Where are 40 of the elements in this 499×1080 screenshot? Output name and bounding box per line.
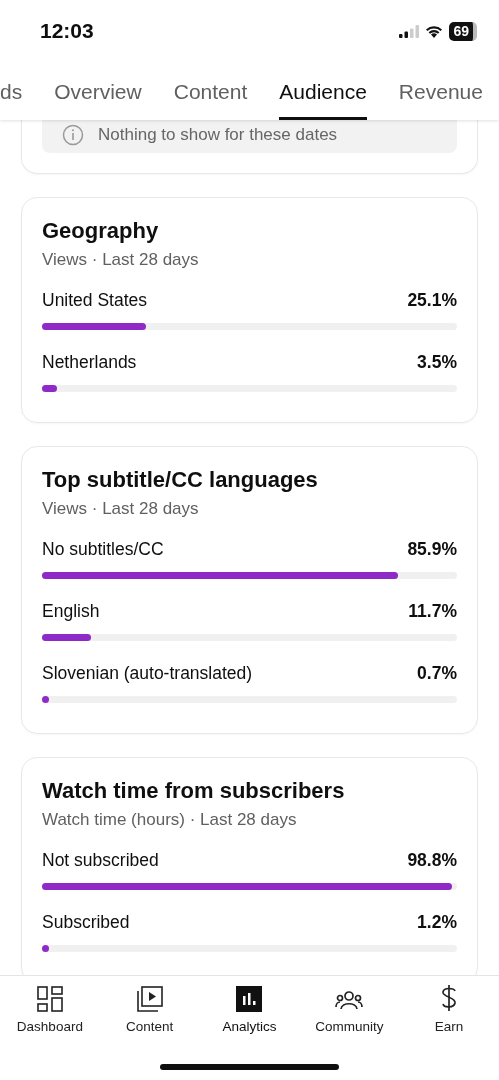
- card-subtitle: Views · Last 28 days: [42, 250, 200, 270]
- dashboard-icon: [36, 986, 63, 1012]
- dollar-icon: [440, 984, 459, 1012]
- signal-icon: [399, 24, 420, 38]
- row-label: Subscribed: [42, 912, 130, 933]
- row-value: 1.2%: [417, 912, 457, 933]
- nav-item[interactable]: Analytics: [201, 984, 298, 1034]
- row-label: United States: [42, 290, 148, 311]
- row-value: 11.7%: [408, 601, 457, 622]
- row-label: English: [42, 601, 100, 622]
- row-value: 25.1%: [407, 290, 457, 311]
- row-label: Netherlands: [42, 352, 137, 373]
- video-library-icon: [136, 986, 163, 1012]
- row-value: 0.7%: [417, 663, 457, 684]
- tab[interactable]: ds: [0, 62, 23, 120]
- card-title: Top subtitle/CC languages: [42, 467, 319, 493]
- nav-item[interactable]: Content: [101, 984, 198, 1034]
- tab[interactable]: Overview: [54, 62, 142, 120]
- bar-chart-icon: [236, 986, 263, 1012]
- row-label: Slovenian (auto-translated): [42, 663, 253, 684]
- status-time: 12:03: [40, 19, 94, 43]
- wifi-icon: [425, 24, 444, 38]
- tab[interactable]: Content: [173, 62, 248, 120]
- nav-item[interactable]: Community: [301, 984, 398, 1034]
- nav-item[interactable]: Earn: [401, 984, 498, 1034]
- card-subtitle: Views · Last 28 days: [42, 499, 200, 519]
- info-icon: [62, 124, 84, 146]
- row-value: 85.9%: [407, 539, 457, 560]
- card-subtitle: Watch time (hours) · Last 28 days: [42, 810, 298, 830]
- row-value: 3.5%: [417, 352, 457, 373]
- card-title: Geography: [42, 218, 160, 244]
- tab[interactable]: Revenue: [398, 62, 483, 120]
- card-title: Watch time from subscribers: [42, 778, 346, 804]
- nav-item[interactable]: Dashboard: [1, 984, 98, 1034]
- row-value: 98.8%: [407, 850, 457, 871]
- battery-indicator: 69: [449, 21, 477, 41]
- row-label: No subtitles/CC: [42, 539, 164, 560]
- people-icon: [335, 990, 364, 1012]
- row-label: Not subscribed: [42, 850, 159, 871]
- notice-text: Nothing to show for these dates: [98, 125, 338, 145]
